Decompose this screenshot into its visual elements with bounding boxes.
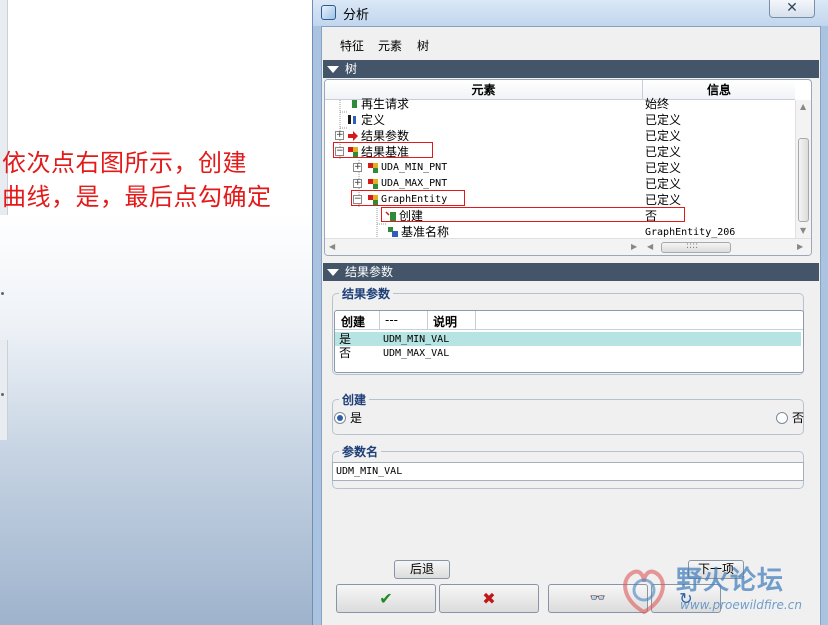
- create-group: 创建: [332, 391, 804, 435]
- next-button[interactable]: 下一项: [688, 560, 744, 579]
- tree-row[interactable]: + UDA_MIN_PNT 已定义: [325, 160, 795, 176]
- collapse-triangle-icon: [327, 66, 339, 73]
- params-col-desc[interactable]: 说明: [433, 313, 457, 330]
- result-section-title: 结果参数: [345, 265, 394, 279]
- red-arrow-icon: [348, 131, 358, 141]
- param-name-input[interactable]: [332, 462, 804, 481]
- collapse-triangle-icon: [327, 269, 339, 276]
- cancel-button[interactable]: ✖: [439, 584, 539, 613]
- tree-row[interactable]: 定义 已定义: [325, 112, 795, 128]
- create-yes-label[interactable]: 是: [350, 409, 362, 426]
- cross-icon: ✖: [482, 589, 496, 608]
- params-col-sep[interactable]: ---: [385, 313, 398, 327]
- tree-vertical-scrollbar[interactable]: ▲ ▼: [795, 100, 811, 238]
- tree-row-info: 始终: [645, 97, 670, 111]
- params-table-header: 创建 --- 说明: [335, 311, 803, 330]
- ok-button[interactable]: ✔: [336, 584, 436, 613]
- param-desc: UDM_MIN_VAL: [383, 334, 450, 345]
- tree-row[interactable]: 再生请求 始终: [325, 96, 795, 112]
- element-tree[interactable]: 元素 信息 再生请求 始终 定义 已定义 + 结果参数 已定义 − 结果基准 已…: [324, 79, 812, 256]
- scroll-down-icon[interactable]: ▼: [800, 226, 806, 235]
- annotation-line-1: 依次点右图所示，创建: [2, 149, 247, 177]
- scroll-left-icon[interactable]: ◀: [647, 242, 653, 251]
- datum-name-icon: [388, 227, 398, 237]
- backdrop-dot: [1, 393, 4, 396]
- scroll-left-icon[interactable]: ◀: [329, 242, 335, 251]
- tree-row-info: 已定义: [645, 145, 682, 159]
- highlight-graph-entity: [351, 190, 465, 206]
- close-button[interactable]: ✕: [769, 0, 815, 18]
- column-divider: [475, 311, 476, 330]
- glasses-icon: 👓: [589, 591, 607, 606]
- create-no-radio[interactable]: [776, 412, 788, 424]
- scroll-thumb[interactable]: ::::: [661, 241, 731, 253]
- check-icon: ✔: [379, 589, 393, 608]
- backdrop-edge: [0, 340, 8, 440]
- tree-row-info: 已定义: [645, 129, 682, 143]
- scroll-thumb[interactable]: [798, 138, 809, 222]
- result-params-table[interactable]: 创建 --- 说明 是 UDM_MIN_VAL 否 UDM_MAX_VAL: [334, 310, 804, 373]
- tree-row-info: 已定义: [645, 161, 682, 175]
- result-section-header[interactable]: 结果参数: [323, 263, 819, 281]
- create-legend: 创建: [339, 391, 370, 408]
- definition-icon: [348, 115, 356, 124]
- scroll-up-icon[interactable]: ▲: [800, 102, 806, 111]
- regen-request-icon: [352, 100, 357, 108]
- dialog-client: 特征 元素 树 树 元素 信息 再生请求 始终 定义 已定义 + 结果参数 已定…: [321, 26, 821, 625]
- dialog-icon: [321, 5, 336, 20]
- param-desc: UDM_MAX_VAL: [383, 348, 450, 359]
- param-create: 否: [339, 346, 352, 360]
- scroll-right-icon[interactable]: ▶: [797, 242, 803, 251]
- left-backdrop: 依次点右图所示，创建 曲线，是，最后点勾确定: [0, 0, 318, 625]
- title-bar[interactable]: 分析 ✕: [313, 0, 828, 26]
- highlight-result-datum: [333, 142, 433, 158]
- refresh-icon: ↻: [679, 589, 693, 608]
- column-divider: [427, 311, 428, 330]
- column-divider: [379, 311, 380, 330]
- params-row-selected[interactable]: 是 UDM_MIN_VAL: [335, 332, 801, 346]
- datum-point-icon: [368, 179, 378, 189]
- tree-row-info: 已定义: [645, 113, 682, 127]
- param-name-legend: 参数名: [339, 443, 382, 460]
- expand-toggle[interactable]: +: [335, 131, 344, 140]
- menu-bar: 特征 元素 树: [322, 27, 820, 59]
- instruction-annotation: 依次点右图所示，创建 曲线，是，最后点勾确定: [2, 146, 318, 214]
- tree-row-info: 已定义: [645, 177, 682, 191]
- tree-section-title: 树: [345, 62, 358, 76]
- scroll-right-icon[interactable]: ▶: [631, 242, 637, 251]
- tree-row-name: 再生请求: [361, 97, 410, 111]
- scroll-thumb-grip: ::::: [686, 241, 699, 251]
- create-yes-radio[interactable]: [334, 412, 346, 424]
- tree-row-name: UDA_MIN_PNT: [381, 162, 448, 173]
- tree-section-header[interactable]: 树: [323, 60, 819, 78]
- back-button[interactable]: 后退: [394, 560, 450, 579]
- refresh-button[interactable]: ↻: [651, 584, 721, 613]
- datum-point-icon: [368, 163, 378, 173]
- param-create: 是: [339, 332, 352, 346]
- highlight-create-row: [381, 207, 685, 222]
- expand-toggle[interactable]: +: [353, 179, 362, 188]
- create-no-label[interactable]: 否: [792, 409, 804, 426]
- params-col-create[interactable]: 创建: [341, 313, 365, 330]
- result-params-legend: 结果参数: [339, 285, 394, 302]
- params-row[interactable]: 否 UDM_MAX_VAL: [335, 346, 801, 360]
- annotation-line-2: 曲线，是，最后点勾确定: [2, 183, 272, 211]
- menu-feature[interactable]: 特征: [340, 37, 364, 54]
- backdrop-dot: [1, 292, 4, 295]
- tree-horizontal-scrollbar[interactable]: ◀ ▶ ◀ :::: ▶: [325, 238, 811, 255]
- preview-button[interactable]: 👓: [548, 584, 648, 613]
- tree-row-info: 已定义: [645, 193, 682, 207]
- menu-tree[interactable]: 树: [417, 37, 429, 54]
- analysis-dialog: 分析 ✕ 特征 元素 树 树 元素 信息 再生请求 始终 定义 已定义 + 结果…: [312, 0, 828, 625]
- dialog-title: 分析: [343, 8, 370, 23]
- menu-element[interactable]: 元素: [378, 37, 402, 54]
- tree-row-name: 定义: [361, 113, 386, 127]
- expand-toggle[interactable]: +: [353, 163, 362, 172]
